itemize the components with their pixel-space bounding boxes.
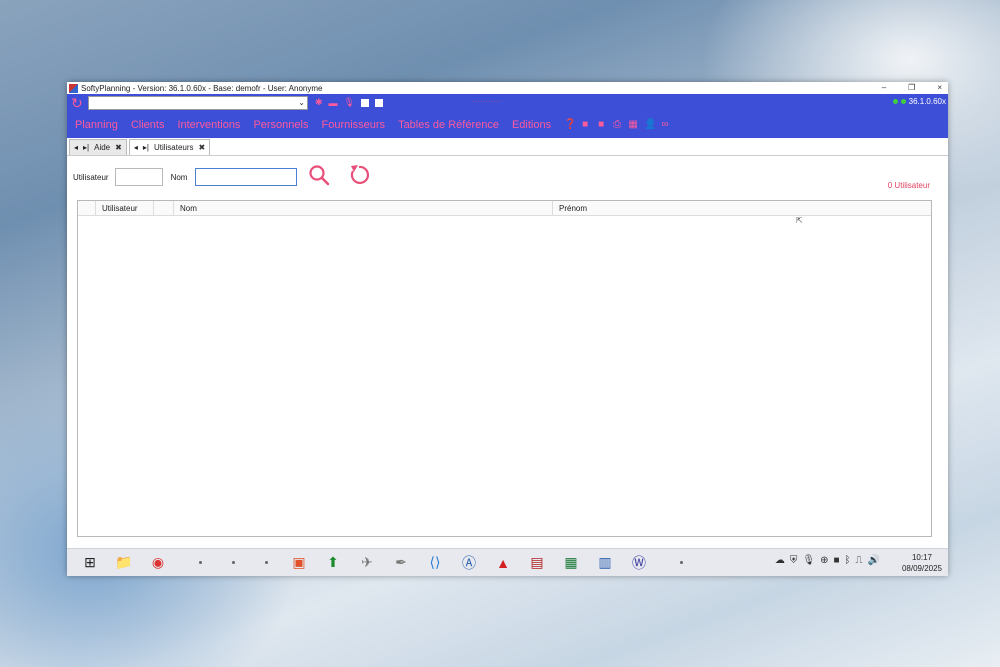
grid-header-spacer <box>154 201 174 215</box>
wordpress-icon[interactable]: Ⓦ <box>628 552 650 574</box>
column-header-utilisateur[interactable]: Utilisateur <box>96 201 154 215</box>
tab-label: Aide <box>94 143 111 152</box>
calendar-icon[interactable]: ▦ <box>628 119 638 130</box>
system-clock[interactable]: 10:17 08/09/2025 <box>902 552 942 574</box>
app-store-icon[interactable]: Ⓐ <box>458 552 480 574</box>
feather-app-icon[interactable]: ✒ <box>390 552 412 574</box>
utilisateur-label: Utilisateur <box>73 172 109 182</box>
volume-icon[interactable]: 🔊 <box>868 555 880 566</box>
shield-icon[interactable]: ⛨ <box>790 555 798 566</box>
refresh-icon[interactable]: ↻ <box>71 96 85 110</box>
tab-strip: ◂ ▸| Aide ✖ ◂ ▸| Utilisateurs ✖ <box>67 138 948 156</box>
dot-icon <box>265 561 268 564</box>
bluetooth-icon[interactable]: ᛒ <box>845 555 851 566</box>
menu-item-interventions[interactable]: Interventions <box>177 119 240 131</box>
bird-app-icon[interactable]: ✈ <box>356 552 378 574</box>
vscode-icon[interactable]: ⟨⟩ <box>424 552 446 574</box>
grid-header: Utilisateur Nom Prénom <box>78 201 931 216</box>
link-icon[interactable]: ∞ <box>660 119 670 130</box>
app-icon <box>69 83 78 93</box>
tab-utilisateurs[interactable]: ◂ ▸| Utilisateurs ✖ <box>128 139 211 155</box>
maximize-button[interactable]: ❐ <box>908 82 915 94</box>
menu-item-tables-reference[interactable]: Tables de Référence <box>398 119 499 131</box>
microphone-icon[interactable]: 🎙 <box>344 97 355 108</box>
tab-prev-icon[interactable]: ◂ <box>74 143 78 152</box>
pdf-icon[interactable]: ▲ <box>492 552 514 574</box>
tab-next-icon[interactable]: ▸| <box>83 143 89 152</box>
start-icon[interactable]: ⊞ <box>79 552 101 574</box>
menu-item-fournisseurs[interactable]: Fournisseurs <box>321 119 385 131</box>
tab-prev-icon[interactable]: ◂ <box>134 143 138 152</box>
mouse-cursor-icon: ⇱ <box>796 216 803 225</box>
title-bar: SoftyPlanning - Version: 36.1.0.60x - Ba… <box>67 82 948 94</box>
tab-aide[interactable]: ◂ ▸| Aide ✖ <box>69 139 127 155</box>
tab-label: Utilisateurs <box>153 143 194 152</box>
module-combo[interactable]: ⌄ <box>88 95 308 110</box>
folder-open-icon[interactable]: ■ <box>596 119 606 130</box>
access-icon[interactable]: ▤ <box>526 552 548 574</box>
white-square-icon[interactable] <box>374 98 383 107</box>
nom-input[interactable] <box>195 168 298 186</box>
keyboard-icon[interactable]: ▬ <box>329 98 338 108</box>
security-icon[interactable]: ⊕ <box>820 555 828 566</box>
version-label: 36.1.0.60x <box>908 97 946 106</box>
tab-next-icon[interactable]: ▸| <box>143 143 149 152</box>
arrow-app-icon[interactable]: ⬆ <box>322 552 344 574</box>
menu-item-planning[interactable]: Planning <box>75 119 118 131</box>
menu-item-personnels[interactable]: Personnels <box>253 119 308 131</box>
folder-icon[interactable]: ■ <box>580 119 590 130</box>
menu-item-editions[interactable]: Editions <box>512 119 551 131</box>
windows-taskbar: ⊞ 📁 ◉ ▣ ⬆ ✈ ✒ ⟨⟩ Ⓐ ▲ ▤ ▦ ▥ Ⓦ ☁ ⛨ 🎙 ⊕ ■ ᛒ… <box>67 548 948 576</box>
grid-header-spacer <box>78 201 96 215</box>
recorder-icon[interactable]: ▣ <box>288 552 310 574</box>
column-header-prenom[interactable]: Prénom <box>553 201 931 215</box>
network-icon[interactable]: ⎍ <box>856 555 863 566</box>
system-tray: ☁ ⛨ 🎙 ⊕ ■ ᛒ ⎍ 🔊 <box>775 555 880 566</box>
close-window-button[interactable]: × <box>937 82 942 94</box>
microphone-icon[interactable]: 🎙 <box>802 555 815 566</box>
close-icon[interactable]: ✖ <box>199 143 206 152</box>
menu-bar: Planning Clients Interventions Personnel… <box>67 111 948 138</box>
search-icon[interactable] <box>307 163 331 187</box>
clock-date: 08/09/2025 <box>901 564 942 573</box>
column-header-nom[interactable]: Nom <box>174 201 553 215</box>
white-square-icon[interactable] <box>360 98 369 107</box>
dot-icon <box>199 561 202 564</box>
file-explorer-icon[interactable]: 📁 <box>113 552 135 574</box>
main-content: Utilisateur Nom 0 Utilisateur Utilisateu… <box>67 156 948 574</box>
chrome-icon[interactable]: ◉ <box>147 552 169 574</box>
minimize-button[interactable]: – <box>882 82 886 94</box>
user-count: 0 Utilisateur <box>887 181 930 190</box>
cloud-icon[interactable]: ☁ <box>775 555 785 566</box>
filter-bar: Utilisateur Nom <box>73 168 298 186</box>
status-dot-icon <box>892 99 898 104</box>
top-toolbar: ↻ ⌄ ✱ ▬ 🎙 ··········· 36.1.0.60x <box>67 94 948 111</box>
utilisateur-input[interactable] <box>114 168 163 186</box>
puzzle-icon[interactable]: ✱ <box>315 97 323 108</box>
dot-icon <box>232 561 235 564</box>
window-title: SoftyPlanning - Version: 36.1.0.60x - Ba… <box>81 83 323 93</box>
users-grid[interactable]: Utilisateur Nom Prénom ⇱ <box>77 200 932 537</box>
clock-time: 10:17 <box>911 553 932 562</box>
close-icon[interactable]: ✖ <box>115 143 122 152</box>
reset-icon[interactable] <box>347 163 371 187</box>
nom-label: Nom <box>170 172 188 182</box>
dot-icon <box>680 561 683 564</box>
chevron-down-icon: ⌄ <box>298 97 305 107</box>
nvidia-icon[interactable]: ■ <box>834 555 840 566</box>
menu-item-clients[interactable]: Clients <box>131 119 165 131</box>
excel-icon[interactable]: ▦ <box>560 552 582 574</box>
app-window: SoftyPlanning - Version: 36.1.0.60x - Ba… <box>67 82 948 576</box>
status-dot-icon <box>900 99 906 104</box>
word-icon[interactable]: ▥ <box>594 552 616 574</box>
user-add-icon[interactable]: 👤 <box>644 119 656 130</box>
toolbar-center-label: ··········· <box>472 97 502 106</box>
help-icon[interactable]: ❓ <box>564 119 576 130</box>
printer-icon[interactable]: ⎙ <box>612 119 622 130</box>
